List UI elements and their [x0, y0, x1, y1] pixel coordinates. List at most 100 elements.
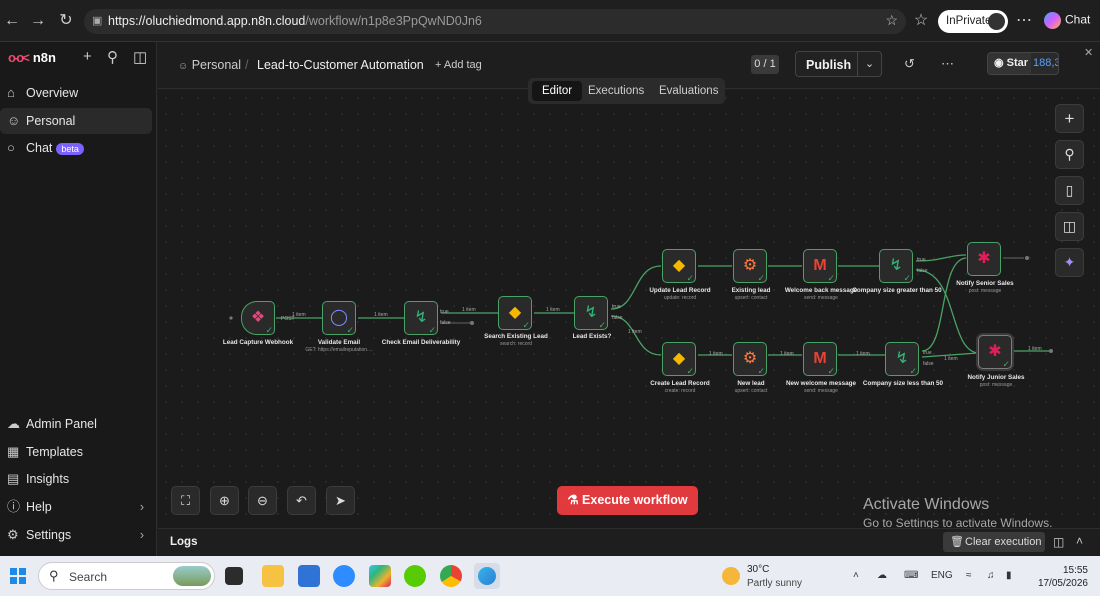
beta-badge: beta	[56, 142, 84, 155]
battery-icon[interactable]: ▮	[1006, 570, 1012, 581]
favorite-star-icon[interactable]: ☆	[885, 12, 898, 29]
node-label: Company size less than 50	[862, 380, 944, 387]
chevron-down-icon[interactable]: ⌄	[857, 52, 881, 76]
volume-icon[interactable]: ♫	[987, 570, 995, 581]
trash-icon: 🗑	[950, 536, 964, 548]
sidebar-item-help[interactable]: ⓘ Help ›	[0, 494, 152, 520]
user-icon: ☺	[178, 61, 189, 72]
add-tag-link[interactable]: + Add tag	[435, 59, 482, 71]
fit-view-button[interactable]: ⛶	[171, 486, 200, 515]
node-welcome-back[interactable]: M ✓	[803, 249, 837, 283]
sidebar-item-insights[interactable]: ▤ Insights	[0, 466, 152, 492]
execute-workflow-button[interactable]: ⚗ Execute workflow	[557, 486, 698, 515]
sidebar-item-chat[interactable]: ○ Chat beta	[0, 135, 152, 161]
breadcrumb-separator: /	[245, 58, 249, 72]
node-update-lead[interactable]: ◆ ✓	[662, 249, 696, 283]
undo-button[interactable]: ↶	[287, 486, 316, 515]
history-icon[interactable]: ↺	[904, 56, 915, 72]
github-icon: ◉	[994, 57, 1004, 69]
node-webhook[interactable]: ❖ ✓	[241, 301, 275, 335]
address-bar[interactable]: ▣ https://oluchiedmond.app.n8n.cloud/wor…	[84, 9, 906, 34]
browser-toolbar: ← → ↻ ▣ https://oluchiedmond.app.n8n.clo…	[0, 0, 1100, 42]
duolingo-icon[interactable]	[404, 565, 426, 587]
more-menu-icon[interactable]: ⋯	[1014, 11, 1034, 31]
workflow-name[interactable]: Lead-to-Customer Automation	[257, 58, 424, 72]
inprivate-badge[interactable]: InPrivate	[938, 10, 1008, 33]
slack-app-icon[interactable]	[369, 565, 391, 587]
search-nodes-button[interactable]: ⚲	[1055, 140, 1084, 169]
collapse-sidebar-icon[interactable]: ◫	[133, 48, 147, 66]
zoom-app-icon[interactable]	[333, 565, 355, 587]
wifi-icon[interactable]: ≈	[966, 570, 972, 581]
popout-icon[interactable]: ◫	[1053, 535, 1064, 549]
sticky-note-button[interactable]: ▯	[1055, 176, 1084, 205]
back-icon[interactable]: ←	[2, 11, 22, 31]
chevron-up-icon[interactable]: ˄	[853, 570, 859, 581]
close-icon[interactable]: ✕	[1084, 46, 1093, 59]
sidebar-item-settings[interactable]: ⚙ Settings ›	[0, 522, 152, 548]
node-check-deliverability[interactable]: ↯ ✓	[404, 301, 438, 335]
add-node-button[interactable]: +	[1055, 104, 1084, 133]
add-icon[interactable]: +	[83, 48, 92, 65]
tab-evaluations[interactable]: Evaluations	[649, 81, 728, 101]
copilot-chat-button[interactable]: Chat	[1044, 12, 1090, 29]
node-sub: GET: https://emailreputation....	[305, 347, 373, 353]
workflow-canvas[interactable]	[158, 90, 1100, 528]
tab-executions[interactable]: Executions	[578, 81, 654, 101]
n8n-logo[interactable]: o-o< n8n	[8, 50, 56, 65]
home-icon: ⌂	[7, 85, 15, 100]
node-company-big[interactable]: ↯ ✓	[879, 249, 913, 283]
node-lead-exists[interactable]: ↯ ✓	[574, 296, 608, 330]
edge-label: false	[917, 268, 928, 274]
sidebar-item-templates[interactable]: ▦ Templates	[0, 439, 152, 465]
ai-assistant-button[interactable]: ✦	[1055, 248, 1084, 277]
node-new-welcome[interactable]: M ✓	[803, 342, 837, 376]
keyboard-icon[interactable]: ⌨	[904, 570, 918, 581]
search-icon[interactable]: ⚲	[107, 48, 118, 66]
check-icon: ✓	[346, 325, 354, 335]
node-sub: send: message	[804, 295, 838, 301]
edge-label: false	[923, 361, 934, 367]
sidebar-item-overview[interactable]: ⌂ Overview	[0, 80, 152, 106]
node-new-lead[interactable]: ⚙ ✓	[733, 342, 767, 376]
github-star-button[interactable]: ◉ Star 188,309	[987, 52, 1059, 75]
taskbar-search[interactable]: ⚲ Search	[38, 562, 215, 590]
chevron-up-icon[interactable]: ˄	[1076, 534, 1083, 548]
store-icon[interactable]	[298, 565, 320, 587]
logs-title[interactable]: Logs	[170, 536, 197, 548]
toggle-panel-button[interactable]: ◫	[1055, 212, 1084, 241]
clock[interactable]: 15:55 17/05/2026	[1034, 564, 1088, 590]
forward-icon[interactable]: →	[28, 11, 48, 31]
task-view-icon[interactable]	[225, 567, 243, 585]
node-create-lead[interactable]: ◆ ✓	[662, 342, 696, 376]
node-validate-email[interactable]: ◯ ✓	[322, 301, 356, 335]
refresh-icon[interactable]: ↻	[56, 11, 76, 31]
edge-label: true	[923, 350, 932, 356]
breadcrumb-project[interactable]: ☺ Personal	[178, 58, 241, 72]
favorites-icon[interactable]: ☆	[911, 11, 931, 31]
file-explorer-icon[interactable]	[262, 565, 284, 587]
edge-app-active[interactable]	[474, 563, 500, 589]
windows-start-icon[interactable]	[10, 568, 26, 584]
node-notify-junior[interactable]: ✱ ✓	[978, 335, 1012, 369]
onedrive-icon[interactable]: ☁	[877, 570, 887, 581]
publish-button[interactable]: Publish ⌄	[795, 51, 882, 77]
node-company-small[interactable]: ↯ ✓	[885, 342, 919, 376]
sidebar-item-personal[interactable]: ☺ Personal	[0, 108, 152, 134]
tab-editor[interactable]: Editor	[532, 81, 583, 101]
chrome-icon[interactable]	[440, 565, 462, 587]
language-indicator[interactable]: ENG	[931, 570, 953, 581]
zoom-out-button[interactable]: ⊖	[248, 486, 277, 515]
sidebar-item-admin-panel[interactable]: ☁ Admin Panel	[0, 411, 152, 437]
zoom-out-icon: ⊖	[257, 493, 268, 508]
more-options-icon[interactable]: ⋯	[941, 56, 954, 72]
zoom-in-button[interactable]: ⊕	[210, 486, 239, 515]
edge-icon	[478, 567, 496, 585]
node-notify-senior[interactable]: ✱	[967, 242, 1001, 276]
tidy-up-button[interactable]: ➤	[326, 486, 355, 515]
node-existing-lead[interactable]: ⚙ ✓	[733, 249, 767, 283]
node-search-lead[interactable]: ◆ ✓	[498, 296, 532, 330]
clear-execution-button[interactable]: 🗑 Clear execution	[943, 532, 1045, 552]
edge-label: 1 item	[856, 351, 870, 357]
node-label: Check Email Deliverability	[381, 339, 461, 346]
